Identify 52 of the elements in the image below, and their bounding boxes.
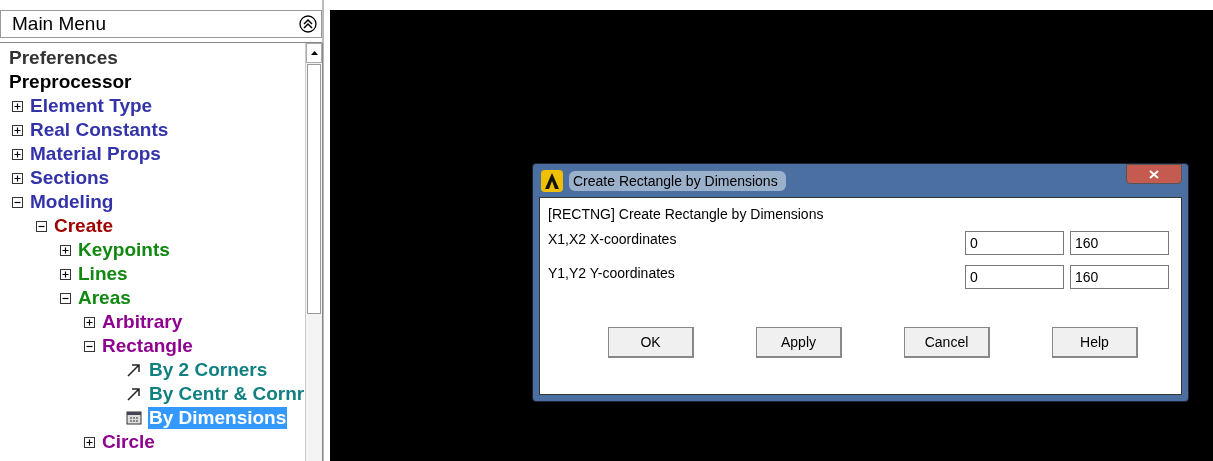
dialog-button[interactable]: OK xyxy=(608,327,694,358)
expander-icon[interactable] xyxy=(12,196,23,208)
expander-icon[interactable] xyxy=(60,244,71,256)
menu-title: Main Menu xyxy=(12,13,106,35)
menu-item[interactable]: Keypoints xyxy=(77,239,171,261)
menu-item[interactable]: By 2 Corners xyxy=(148,359,269,381)
close-icon xyxy=(1149,169,1159,179)
input-field[interactable]: 160 xyxy=(1070,231,1169,255)
menu-item[interactable]: Rectangle xyxy=(101,335,194,357)
expander-icon[interactable] xyxy=(12,148,23,160)
dialog-title: Create Rectangle by Dimensions xyxy=(569,170,786,191)
expander-icon[interactable] xyxy=(60,292,71,304)
menu-item[interactable]: Areas xyxy=(77,287,132,309)
close-button[interactable] xyxy=(1126,164,1182,184)
arrow-icon xyxy=(126,386,142,402)
expander-icon[interactable] xyxy=(12,100,23,112)
expander-icon[interactable] xyxy=(12,172,23,184)
arrow-icon xyxy=(126,362,142,378)
menu-item[interactable]: Create xyxy=(53,215,115,237)
menu-item[interactable]: Preferences xyxy=(8,47,119,69)
dialog-icon xyxy=(126,410,142,426)
collapse-icon[interactable] xyxy=(299,15,317,33)
field-label: X1,X2 X-coordinates xyxy=(548,231,678,247)
expander-icon[interactable] xyxy=(84,340,95,352)
menu-item[interactable]: By Centr & Cornr xyxy=(148,383,306,405)
expander-icon[interactable] xyxy=(60,268,71,280)
scroll-up-button[interactable] xyxy=(306,43,323,63)
dialog-heading: [RECTNG] Create Rectangle by Dimensions xyxy=(548,206,825,222)
menu-item[interactable]: Real Constants xyxy=(29,119,170,141)
scrollbar[interactable] xyxy=(305,43,324,461)
menu-item[interactable]: Circle xyxy=(101,431,156,453)
menu-item[interactable]: Material Props xyxy=(29,143,162,165)
dialog-button[interactable]: Apply xyxy=(756,327,842,358)
menu-item[interactable]: Element Type xyxy=(29,95,154,117)
field-label: Y1,Y2 Y-coordinates xyxy=(548,265,676,281)
expander-icon[interactable] xyxy=(84,316,95,328)
menu-item[interactable]: Arbitrary xyxy=(101,311,184,333)
scroll-thumb[interactable] xyxy=(307,64,322,314)
input-field[interactable]: 160 xyxy=(1070,265,1169,289)
menu-item[interactable]: Modeling xyxy=(29,191,115,213)
input-field[interactable]: 0 xyxy=(965,231,1064,255)
app-logo-icon xyxy=(541,169,563,192)
menu-item[interactable]: Preprocessor xyxy=(8,71,133,93)
up-arrow-icon xyxy=(310,51,318,55)
expander-icon[interactable] xyxy=(84,436,95,448)
input-field[interactable]: 0 xyxy=(965,265,1064,289)
menu-item[interactable]: Lines xyxy=(77,263,129,285)
dialog-button[interactable]: Help xyxy=(1052,327,1138,358)
menu-item[interactable]: Sections xyxy=(29,167,111,189)
dialog-button[interactable]: Cancel xyxy=(904,327,990,358)
expander-icon[interactable] xyxy=(12,124,23,136)
expander-icon[interactable] xyxy=(36,220,47,232)
